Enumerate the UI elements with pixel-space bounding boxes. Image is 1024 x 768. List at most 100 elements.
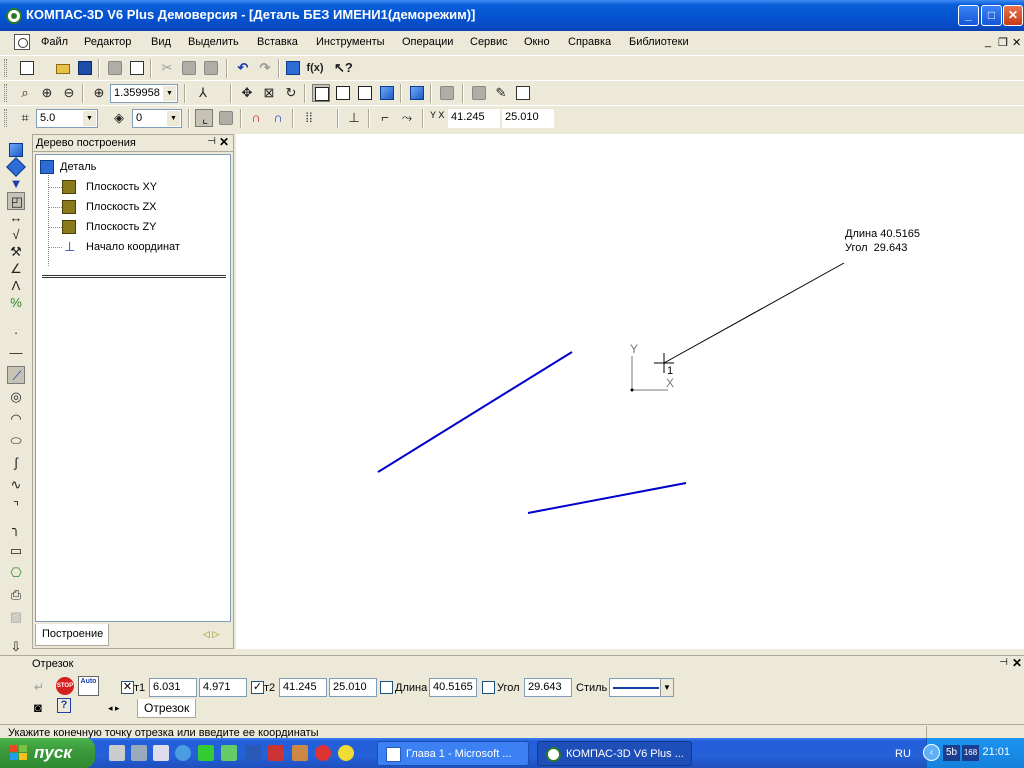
quicklaunch-filter-icon[interactable] <box>198 745 214 761</box>
tool-measure[interactable]: Λ <box>7 277 25 295</box>
layer-combo[interactable]: 0 ▼ <box>132 109 182 128</box>
menu-select[interactable]: Выделить <box>188 36 239 48</box>
mdi-restore-button[interactable]: ❐ <box>998 36 1008 49</box>
point1-x-field[interactable]: 6.031 <box>149 678 197 697</box>
menu-editor[interactable]: Редактор <box>84 36 131 48</box>
point1-lock-checkbox[interactable]: ✕ <box>121 681 134 694</box>
tool-library[interactable]: ⇩ <box>7 638 25 656</box>
menu-file[interactable]: Файл <box>41 36 68 48</box>
tool-polyline[interactable]: ∫ <box>7 454 25 472</box>
close-button[interactable]: ✕ <box>1003 5 1023 26</box>
segment-2[interactable] <box>527 482 687 514</box>
point2-lock-checkbox[interactable]: ✓ <box>251 681 264 694</box>
properties-button[interactable] <box>284 59 302 77</box>
tool-point[interactable]: · <box>7 324 25 342</box>
tray-counter-icon[interactable]: 168 <box>962 745 979 761</box>
quicklaunch-app-icon[interactable] <box>292 745 308 761</box>
document-icon[interactable] <box>14 34 30 50</box>
quicklaunch-calculator-icon[interactable] <box>131 745 147 761</box>
task-word-document[interactable]: Глава 1 - Microsoft ... <box>377 741 529 766</box>
toolbar-grip[interactable] <box>4 59 7 77</box>
save-button[interactable] <box>76 59 94 77</box>
property-panel-header[interactable]: Отрезок ⊣ ✕ <box>0 655 1024 672</box>
tool-select[interactable]: % <box>7 294 25 312</box>
minimize-button[interactable]: _ <box>958 5 979 26</box>
zoom-out-button[interactable]: ⊖ <box>60 84 78 102</box>
redo-button[interactable]: ↷ <box>256 59 274 77</box>
snap-button[interactable]: ∩ <box>247 109 265 127</box>
point2-x-field[interactable]: 41.245 <box>279 678 327 697</box>
new-document-button[interactable] <box>18 59 36 77</box>
menu-operations[interactable]: Операции <box>402 36 453 48</box>
tab-segment[interactable]: Отрезок <box>137 699 197 718</box>
task-kompas[interactable]: КОМПАС-3D V6 Plus ... <box>537 741 692 766</box>
menu-view[interactable]: Вид <box>151 36 171 48</box>
tool-symbols[interactable]: √ <box>7 226 25 244</box>
copy-button[interactable] <box>180 59 198 77</box>
tree-item-origin[interactable]: ⊥ Начало координат <box>62 240 222 256</box>
tree-close-icon[interactable]: ✕ <box>219 135 229 149</box>
shaded-button[interactable] <box>378 84 396 102</box>
thin-hidden-button[interactable] <box>356 84 374 102</box>
tree-header[interactable]: Дерево построения ⊣ ✕ <box>33 135 233 152</box>
tree-body[interactable]: Деталь Плоскость XY Плоскость ZX Плоскос… <box>35 154 231 622</box>
tool-parametric[interactable]: ∠ <box>7 260 25 278</box>
hidden-lines-button[interactable] <box>334 84 352 102</box>
tree-item-plane-zy[interactable]: Плоскость ZY <box>62 220 222 236</box>
perspective-button[interactable] <box>408 84 426 102</box>
tool-circle[interactable]: ◎ <box>7 388 25 406</box>
menu-libraries[interactable]: Библиотеки <box>629 36 689 48</box>
sketch-mode-button[interactable]: ⌞ <box>195 109 213 127</box>
quicklaunch-chrome-icon[interactable] <box>338 745 354 761</box>
drawing-canvas[interactable]: Y X 1 Длина 40.5165 Угол 29.643 <box>236 134 1024 649</box>
tool-contour[interactable]: ⎙ <box>7 586 25 604</box>
tool-spline[interactable]: ∿ <box>7 476 25 494</box>
chevron-down-icon[interactable]: ▼ <box>660 679 673 696</box>
title-bar[interactable]: КОМПАС-3D V6 Plus Демоверсия - [Деталь Б… <box>0 0 1024 31</box>
tool-arc[interactable]: ◠ <box>7 410 25 428</box>
tool-dimensions[interactable]: ↔ <box>7 209 25 227</box>
tool-hatch[interactable]: ▨ <box>7 608 25 626</box>
menu-help[interactable]: Справка <box>568 36 611 48</box>
chevron-down-icon[interactable]: ▼ <box>163 86 176 101</box>
auto-create-button[interactable]: Auto <box>78 676 99 696</box>
pen-button[interactable]: ✎ <box>492 84 510 102</box>
language-indicator[interactable]: RU <box>895 748 911 760</box>
line-style-combo[interactable]: ▼ <box>609 678 674 697</box>
tool-chamfer[interactable]: ⌝ <box>7 498 25 516</box>
cursor-step-button[interactable]: ⌗ <box>16 109 34 127</box>
zoom-window-button[interactable]: ⌕ <box>16 84 34 102</box>
help-pointer-button[interactable]: ↖? <box>334 59 353 77</box>
tree-item-plane-xy[interactable]: Плоскость XY <box>62 180 222 196</box>
layer-button[interactable]: ◈ <box>110 109 128 127</box>
tool-filter[interactable]: ▼ <box>7 175 25 193</box>
cut-button[interactable]: ✂ <box>158 59 176 77</box>
toolbar-grip[interactable] <box>4 109 7 127</box>
back-arrow-icon[interactable]: ↵ <box>34 680 44 694</box>
menu-service[interactable]: Сервис <box>470 36 508 48</box>
menu-insert[interactable]: Вставка <box>257 36 298 48</box>
length-checkbox[interactable] <box>380 681 393 694</box>
tool-edit[interactable]: ⚒ <box>7 243 25 261</box>
zoom-scale-button[interactable]: ⊕ <box>90 84 108 102</box>
point1-y-field[interactable]: 4.971 <box>199 678 247 697</box>
print-preview-button[interactable] <box>128 59 146 77</box>
filter-button[interactable] <box>470 84 488 102</box>
chevron-down-icon[interactable]: ▼ <box>83 111 96 126</box>
tray-badge-icon[interactable]: 5b <box>943 745 960 761</box>
variables-button[interactable]: f(x) <box>306 59 324 77</box>
property-tab-scroll-arrows[interactable]: ◂ ▸ <box>108 703 120 714</box>
zoom-in-button[interactable]: ⊕ <box>38 84 56 102</box>
tree-tab-scroll-arrows[interactable]: ◁ ▷ <box>203 629 219 640</box>
tool-projection[interactable]: ⎔ <box>7 564 25 582</box>
length-field[interactable]: 40.5165 <box>429 678 477 697</box>
stop-button[interactable]: STOP <box>56 677 74 695</box>
segment-1[interactable] <box>377 351 573 473</box>
cursor-y-field[interactable]: 25.010 <box>502 109 554 128</box>
mdi-minimize-button[interactable]: _ <box>985 36 991 48</box>
menu-window[interactable]: Окно <box>524 36 550 48</box>
quicklaunch-notepad-icon[interactable] <box>153 745 169 761</box>
quicklaunch-ie-icon[interactable] <box>175 745 191 761</box>
clock[interactable]: 21:01 <box>982 746 1010 758</box>
global-snap-button[interactable]: ∩ <box>269 109 287 127</box>
